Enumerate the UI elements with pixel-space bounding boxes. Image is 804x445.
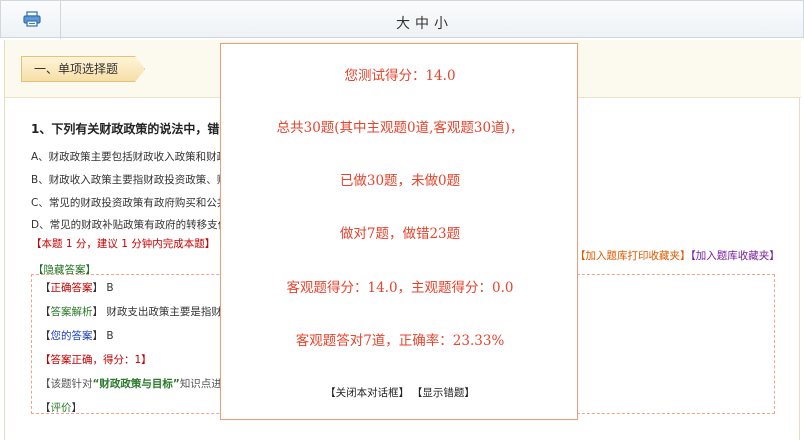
your-answer-row: 【您的答案】 B <box>40 330 114 342</box>
correct-answer-value: B <box>106 282 114 294</box>
result-row: 【答案正确，得分：1】 <box>40 354 152 366</box>
score-dialog: 您测试得分：14.0 总共30题(其中主观题0道,客观题30道)， 已做30题，… <box>220 43 578 420</box>
option-c[interactable]: C、常见的财政投资政策有政府购买和公共 <box>31 195 227 210</box>
comment-label[interactable]: 评价 <box>51 402 72 414</box>
knowledge-point-row: 【该题针对“财政政策与目标”知识点进 <box>40 378 222 390</box>
font-large-button[interactable]: 大 <box>396 16 415 32</box>
option-b[interactable]: B、财政收入政策主要指财政投资政策、财 <box>31 172 227 187</box>
time-hint: 【本题 1 分，建议 1 分钟内完成本题】 <box>31 238 216 250</box>
your-answer-value: B <box>106 330 114 342</box>
comment-row: 【评价】 <box>40 402 82 414</box>
dialog-right-wrong: 做对7题，做错23题 <box>339 226 461 242</box>
add-library-favorites-link[interactable]: 【加入题库收藏夹】 <box>691 250 780 262</box>
printer-icon <box>23 11 41 27</box>
dialog-scores: 客观题得分：14.0，主观题得分：0.0 <box>286 280 514 296</box>
correct-answer-row: 【正确答案】 B <box>40 282 114 294</box>
favorite-links: 【加入题库打印收藏夹】【加入题库收藏夹】 <box>575 248 780 263</box>
show-wrong-button[interactable]: 【显示错题】 <box>417 387 475 399</box>
your-answer-label: 您的答案 <box>50 330 93 342</box>
explanation-text: 财政支出政策主要是指财 <box>106 306 222 318</box>
knowledge-point-name[interactable]: “财政政策与目标” <box>93 378 180 390</box>
question-title: 1、下列有关财政政策的说法中，错 <box>31 122 220 136</box>
top-toolbar: 大中小 <box>0 0 804 39</box>
dialog-buttons: 【关闭本对话框】 【显示错题】 <box>221 385 579 400</box>
section-tab[interactable]: 一、单项选择题 <box>21 56 145 82</box>
dialog-total: 总共30题(其中主观题0道,客观题30道)， <box>276 120 524 136</box>
font-size-control: 大中小 <box>396 13 453 33</box>
option-d[interactable]: D、常见的财政补贴政策有政府的转移支付 <box>31 217 228 232</box>
dialog-score: 您测试得分：14.0 <box>344 68 456 84</box>
print-button[interactable] <box>1 1 61 39</box>
close-dialog-button[interactable]: 【关闭本对话框】 <box>325 387 409 399</box>
correct-answer-label: 正确答案 <box>50 282 93 294</box>
dialog-done: 已做30题，未做0题 <box>339 173 461 189</box>
explanation-row: 【答案解析】 财政支出政策主要是指财 <box>40 306 222 318</box>
font-small-button[interactable]: 小 <box>434 16 453 32</box>
font-medium-button[interactable]: 中 <box>415 16 434 32</box>
add-print-favorites-link[interactable]: 【加入题库打印收藏夹】 <box>575 250 691 262</box>
explanation-label: 答案解析 <box>50 306 93 318</box>
option-a[interactable]: A、财政政策主要包括财政收入政策和财政 <box>31 149 227 164</box>
dialog-accuracy: 客观题答对7道，正确率：23.33% <box>295 333 505 349</box>
